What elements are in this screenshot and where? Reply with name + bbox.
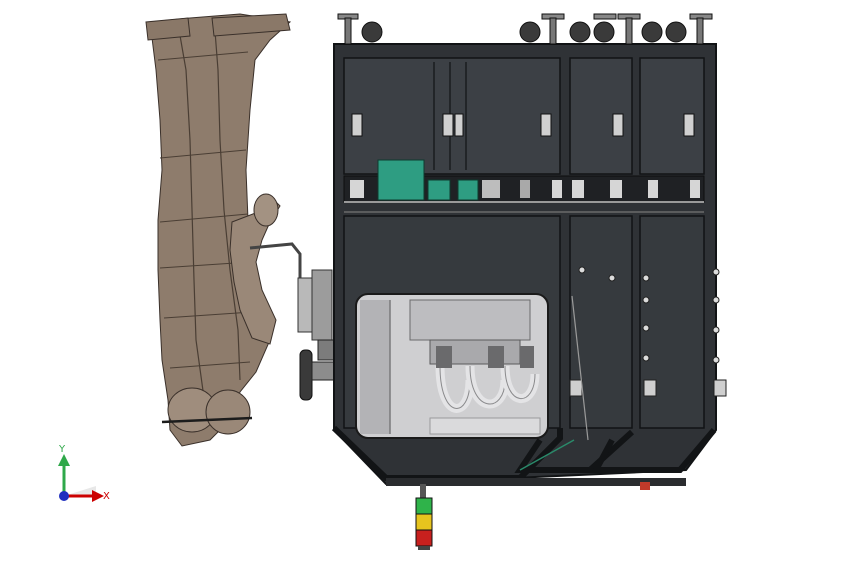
x-axis-label: X	[103, 491, 110, 502]
caster-wheels	[337, 13, 713, 45]
human-mannequin	[145, 13, 292, 447]
y-axis-label: Y	[58, 444, 66, 455]
axis-triad: Y X	[58, 444, 110, 502]
z-axis-origin	[59, 491, 69, 501]
signal-tower-light	[415, 484, 433, 550]
cad-viewport[interactable]: Y X	[0, 0, 867, 562]
machine-cabinet	[331, 43, 727, 490]
